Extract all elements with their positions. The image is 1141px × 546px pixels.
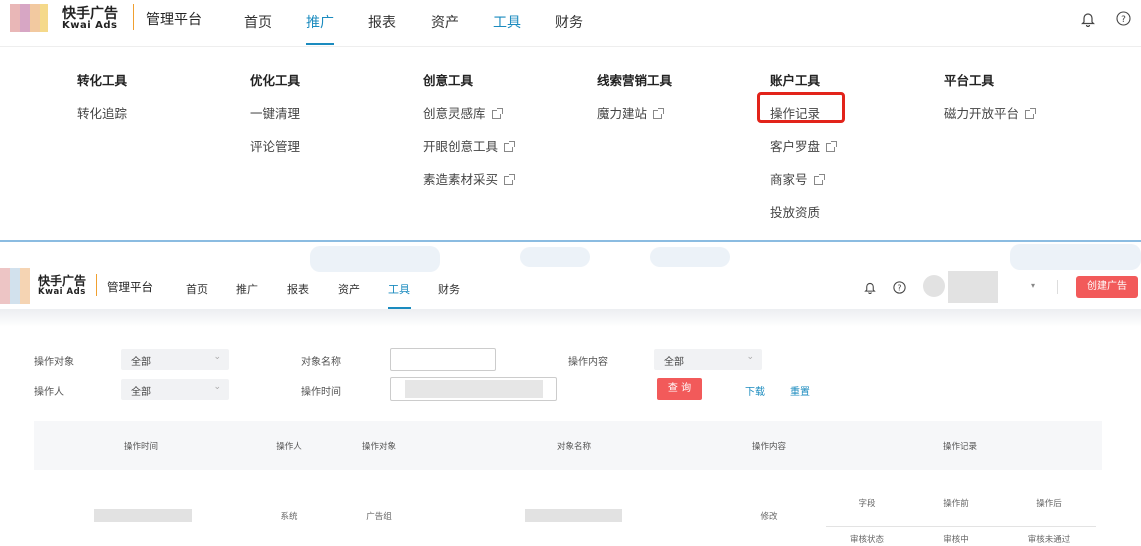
second-header-shadow [0,309,1141,327]
row-object: 广告组 [366,512,392,522]
menu-cat-platform: 平台工具 [944,73,995,88]
external-link-icon [826,141,838,152]
filter-name-input[interactable] [390,348,496,371]
sub-td-after: 审核未通过 [1027,535,1071,545]
external-link-icon [813,174,825,185]
top-nav-promote-underline [306,43,334,45]
sub-table-divider [826,526,1096,527]
blur-patch [310,246,440,272]
menu-link-operation-log[interactable]: 操作记录 [770,103,820,122]
external-link-icon [653,108,665,119]
section-separator [0,240,1141,242]
external-link-icon [504,174,516,185]
menu-link-merchant-account[interactable]: 商家号 [770,169,825,188]
th-object: 操作对象 [361,442,397,452]
account-caret-icon[interactable]: ▾ [1031,281,1035,290]
top-nav-home[interactable]: 首页 [244,12,272,32]
row-operator: 系统 [280,512,298,522]
menu-link-conversion-tracking[interactable]: 转化追踪 [77,103,127,122]
menu-cat-optimize: 优化工具 [250,73,301,88]
second-nav-assets[interactable]: 资产 [338,281,360,297]
th-content: 操作内容 [751,442,787,452]
second-nav-reports[interactable]: 报表 [287,281,309,297]
svg-text:?: ? [1121,15,1126,25]
menu-link-material-purchase[interactable]: 素造素材采买 [423,169,516,188]
second-nav-tools[interactable]: 工具 [388,281,410,297]
chevron-down-icon: ⌄ [746,352,754,362]
external-link-icon [504,141,516,152]
second-nav-finance[interactable]: 财务 [438,281,460,297]
filter-content-label: 操作内容 [568,357,608,368]
blur-patch [520,247,590,267]
help-icon[interactable]: ? [893,281,906,294]
top-nav-tools[interactable]: 工具 [493,12,521,32]
menu-link-creative-inspiration[interactable]: 创意灵感库 [423,103,503,122]
blur-patch [650,247,730,267]
filter-operator-label: 操作人 [34,387,64,398]
bell-icon[interactable] [1081,11,1095,27]
sub-td-field: 审核状态 [849,535,885,545]
menu-link-one-click-clean[interactable]: 一键清理 [250,103,300,122]
bell-icon[interactable] [864,281,876,294]
top-logo-en: Kwai Ads [62,20,118,31]
sub-th-after: 操作后 [1036,499,1062,509]
row-object-name-blurred [525,509,622,522]
row-content: 修改 [760,512,778,522]
second-logo-en: Kwai Ads [38,287,86,297]
top-logo-divider [133,4,134,30]
th-time: 操作时间 [123,442,159,452]
filter-operator-select[interactable]: 全部 ⌄ [121,379,229,400]
menu-link-comment-mgmt[interactable]: 评论管理 [250,136,300,155]
sub-td-before: 审核中 [943,535,969,545]
menu-link-magnetic-open-platform[interactable]: 磁力开放平台 [944,103,1037,122]
download-link[interactable]: 下载 [745,383,765,398]
external-link-icon [491,108,503,119]
filter-content-select[interactable]: 全部 ⌄ [654,349,762,370]
filter-object-label: 操作对象 [34,357,74,368]
second-logo-divider [96,274,97,296]
filter-time-label: 操作时间 [301,387,341,398]
sub-th-field: 字段 [858,499,876,509]
chevron-down-icon: ⌄ [213,352,221,362]
top-platform-title: 管理平台 [146,12,202,28]
second-platform-title: 管理平台 [107,280,153,294]
row-time-blurred [94,509,192,522]
top-nav-promote[interactable]: 推广 [306,12,334,32]
menu-link-moli-site[interactable]: 魔力建站 [597,103,665,122]
chevron-down-icon: ⌄ [213,382,221,392]
account-name-blurred [948,271,998,303]
sub-th-before: 操作前 [943,499,969,509]
blur-patch [1010,244,1141,270]
menu-cat-conversion: 转化工具 [77,73,128,88]
external-link-icon [1025,108,1037,119]
th-record: 操作记录 [942,442,978,452]
header-divider-v [1057,280,1058,294]
menu-cat-creative: 创意工具 [423,73,474,88]
second-nav-promote[interactable]: 推广 [236,281,258,297]
filter-time-range[interactable] [390,377,557,401]
help-icon[interactable]: ? [1116,11,1131,26]
th-operator: 操作人 [276,442,302,452]
menu-cat-lead-marketing: 线索营销工具 [597,73,673,88]
time-range-blurred [405,380,543,398]
menu-link-kaiyan-creative[interactable]: 开眼创意工具 [423,136,516,155]
avatar[interactable] [923,275,945,297]
top-nav-finance[interactable]: 财务 [555,12,583,32]
menu-link-customer-compass[interactable]: 客户罗盘 [770,136,838,155]
second-nav-home[interactable]: 首页 [186,281,208,297]
menu-link-ad-qualification[interactable]: 投放资质 [770,202,820,221]
query-button[interactable]: 查 询 [657,378,702,400]
svg-text:?: ? [897,284,901,293]
filter-object-select[interactable]: 全部 ⌄ [121,349,229,370]
th-object-name: 对象名称 [556,442,592,452]
create-ad-button[interactable]: 创建广告 [1076,276,1138,298]
top-nav-reports[interactable]: 报表 [368,12,396,32]
reset-link[interactable]: 重置 [790,383,810,398]
menu-cat-account: 账户工具 [770,73,821,88]
top-nav-assets[interactable]: 资产 [431,12,459,32]
top-header-divider [0,46,1141,47]
filter-name-label: 对象名称 [301,357,341,368]
